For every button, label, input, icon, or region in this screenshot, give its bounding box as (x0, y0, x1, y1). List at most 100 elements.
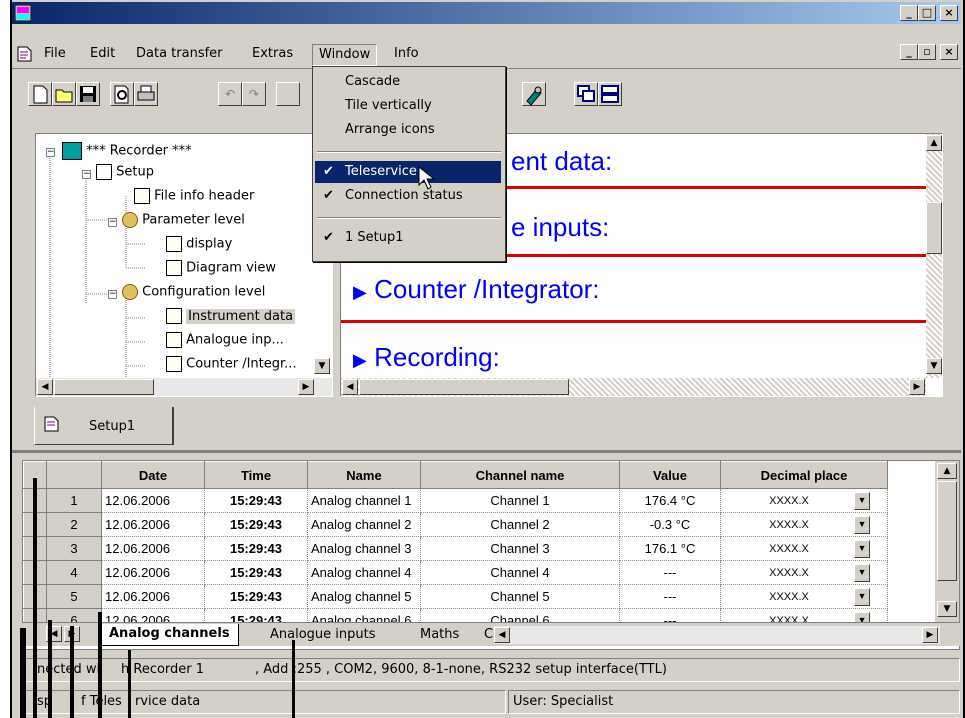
cell-time[interactable]: 15:29:43 (204, 488, 308, 513)
tree-scroll-right-button[interactable]: ▶ (298, 379, 314, 395)
grid-scroll-up-button[interactable]: ▲ (937, 463, 957, 479)
cell-name[interactable]: Analog channel 5 (307, 584, 421, 609)
dropdown-arrow-icon[interactable]: ▼ (854, 539, 870, 558)
tree-item-diagram-view[interactable]: Diagram view (166, 260, 276, 276)
new-file-button[interactable] (28, 82, 52, 106)
cell-name[interactable]: Analog channel 1 (307, 488, 421, 513)
section-heading-instrument-data[interactable]: ent data: (511, 146, 612, 177)
column-header-decimal-place[interactable]: Decimal place (720, 461, 888, 489)
document-scroll-up-button[interactable]: ▲ (926, 135, 942, 151)
table-row[interactable]: 4 12.06.2006 15:29:43 Analog channel 4 Chann… (23, 560, 888, 585)
column-header-date[interactable]: Date (101, 461, 205, 489)
document-scroll-left-button[interactable]: ◀ (342, 379, 358, 395)
menu-window[interactable]: Window (312, 44, 378, 66)
cascade-windows-button[interactable] (574, 82, 598, 106)
tree-collapse-parameter[interactable]: − (108, 218, 117, 227)
open-folder-button[interactable] (52, 82, 76, 106)
tree-item-setup[interactable]: Setup (96, 164, 154, 180)
undo-button[interactable]: ↶ (218, 82, 242, 106)
column-header-name[interactable]: Name (307, 461, 421, 489)
cell-decimal-place[interactable]: XXXX.X ▼ (720, 488, 888, 513)
child-close-button[interactable]: × (940, 44, 958, 60)
column-header-channel-name[interactable]: Channel name (420, 461, 620, 489)
table-row[interactable]: 5 12.06.2006 15:29:43 Analog channel 5 Chann… (23, 584, 888, 609)
document-vscrollbar[interactable] (926, 134, 942, 378)
print-button[interactable] (134, 82, 158, 106)
cell-channel-name[interactable]: Channel 3 (420, 536, 620, 561)
grid-scroll-down-button[interactable]: ▼ (937, 601, 957, 617)
tree-collapse-root[interactable]: − (46, 148, 55, 157)
cell-decimal-place[interactable]: XXXX.X ▼ (720, 536, 888, 561)
grid-vscroll-thumb[interactable] (937, 481, 957, 581)
dropdown-arrow-icon[interactable]: ▼ (854, 563, 870, 582)
document-scroll-down-button[interactable]: ▼ (926, 358, 942, 374)
tree-item-display[interactable]: display (166, 236, 232, 252)
tree-item-configuration-level[interactable]: Configuration level (122, 284, 265, 300)
cell-time[interactable]: 15:29:43 (204, 536, 308, 561)
redo-button[interactable]: ↷ (242, 82, 266, 106)
document-scroll-right-button[interactable]: ▶ (909, 379, 925, 395)
menu-item-tile-vertically[interactable]: Tile vertically (315, 95, 501, 117)
tree-item-parameter-level[interactable]: Parameter level (122, 212, 245, 228)
document-vscroll-thumb[interactable] (926, 202, 942, 254)
cell-channel-name[interactable]: Channel 2 (420, 512, 620, 537)
cell-value[interactable]: 176.1 °C (619, 536, 721, 561)
minimize-button[interactable]: _ (900, 5, 918, 21)
cell-value[interactable]: --- (619, 584, 721, 609)
cell-date[interactable]: 12.06.2006 (101, 560, 205, 585)
section-heading-counter-integrator[interactable]: ▶ Counter /Integrator: (353, 274, 600, 305)
cell-channel-name[interactable]: Channel 1 (420, 488, 620, 513)
table-row[interactable]: 1 12.06.2006 15:29:43 Analog channel 1 Chann… (23, 488, 888, 513)
sheet-tab-analogue-inputs[interactable]: Analogue inputs (262, 626, 384, 646)
section-heading-analogue-inputs[interactable]: e inputs: (511, 212, 609, 243)
menu-file[interactable]: File (38, 44, 72, 66)
sheet-tab-analog-channels[interactable]: Analog channels (100, 624, 239, 646)
column-header-value[interactable]: Value (619, 461, 721, 489)
menu-item-setup1-window[interactable]: ✔ 1 Setup1 (315, 227, 501, 249)
menu-item-teleservice[interactable]: ✔ Teleservice (315, 161, 501, 183)
menu-edit[interactable]: Edit (84, 44, 121, 66)
child-minimize-button[interactable]: _ (900, 44, 918, 60)
cell-name[interactable]: Analog channel 4 (307, 560, 421, 585)
dropdown-arrow-icon[interactable]: ▼ (854, 491, 870, 510)
tree-collapse-setup[interactable]: − (82, 170, 91, 179)
dropdown-arrow-icon[interactable]: ▼ (854, 515, 870, 534)
cell-date[interactable]: 12.06.2006 (101, 488, 205, 513)
cell-value[interactable]: --- (619, 560, 721, 585)
tile-windows-button[interactable] (598, 82, 622, 106)
cell-name[interactable]: Analog channel 2 (307, 512, 421, 537)
tree-item-file-info-header[interactable]: File info header (134, 188, 254, 204)
sheet-hscrollbar[interactable] (494, 626, 940, 644)
teleservice-tool-button[interactable] (522, 82, 546, 106)
cell-decimal-place[interactable]: XXXX.X ▼ (720, 560, 888, 585)
cell-date[interactable]: 12.06.2006 (101, 512, 205, 537)
tree-item-counter-integrator[interactable]: Counter /Integr... (166, 356, 297, 372)
menu-info[interactable]: Info (388, 44, 425, 66)
cell-channel-name[interactable]: Channel 4 (420, 560, 620, 585)
menu-item-arrange-icons[interactable]: Arrange icons (315, 119, 501, 141)
close-button[interactable]: × (940, 5, 958, 21)
menu-item-cascade[interactable]: Cascade (315, 71, 501, 93)
dropdown-arrow-icon[interactable]: ▼ (854, 587, 870, 606)
edit-tool-button[interactable] (276, 82, 300, 106)
restore-button[interactable]: □ (918, 5, 936, 21)
cell-value[interactable]: -0.3 °C (619, 512, 721, 537)
cell-time[interactable]: 15:29:43 (204, 584, 308, 609)
tree-hscroll-thumb[interactable] (54, 379, 154, 395)
save-button[interactable] (76, 82, 100, 106)
column-header-time[interactable]: Time (204, 461, 308, 489)
menu-extras[interactable]: Extras (246, 44, 299, 66)
cell-name[interactable]: Analog channel 3 (307, 536, 421, 561)
tree-item-recorder[interactable]: *** Recorder *** (62, 142, 192, 160)
sheet-tab-maths[interactable]: Maths (412, 626, 467, 646)
pane-splitter[interactable] (12, 450, 961, 453)
table-row[interactable]: 3 12.06.2006 15:29:43 Analog channel 3 Chann… (23, 536, 888, 561)
table-row[interactable]: 2 12.06.2006 15:29:43 Analog channel 2 Chann… (23, 512, 888, 537)
menu-item-connection-status[interactable]: ✔ Connection status (315, 185, 501, 207)
cell-time[interactable]: 15:29:43 (204, 512, 308, 537)
tree-item-instrument-data[interactable]: Instrument data (166, 308, 296, 324)
print-preview-button[interactable] (110, 82, 134, 106)
document-hscroll-thumb[interactable] (359, 379, 569, 395)
tree-scroll-left-button[interactable]: ◀ (37, 379, 53, 395)
tree-collapse-configuration[interactable]: − (108, 290, 117, 299)
